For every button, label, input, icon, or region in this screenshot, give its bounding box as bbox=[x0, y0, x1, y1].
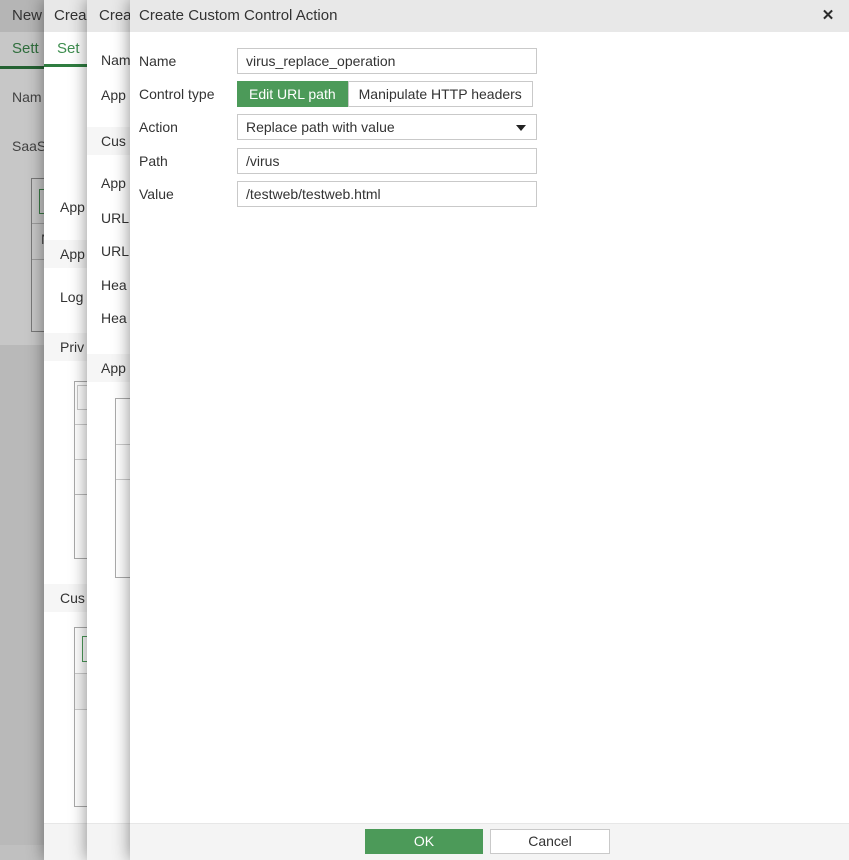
value-input[interactable] bbox=[237, 181, 537, 207]
dialog-title: Create Custom Control Action bbox=[139, 0, 337, 32]
action-select-value: Replace path with value bbox=[246, 119, 395, 135]
dialog3-title: Crea bbox=[99, 0, 132, 32]
dialog3-section-label: Cus bbox=[101, 127, 126, 155]
chevron-down-icon bbox=[516, 125, 526, 131]
dialog-header: Create Custom Control Action ✕ bbox=[130, 0, 849, 32]
value-label: Value bbox=[139, 181, 174, 207]
control-type-label: Control type bbox=[139, 81, 214, 107]
path-input[interactable] bbox=[237, 148, 537, 174]
dialog3-label: App bbox=[101, 87, 126, 103]
dialog2-section-label: Priv bbox=[60, 333, 84, 361]
dialog2-tab-settings[interactable]: Set bbox=[57, 40, 80, 57]
dialog-footer: OK Cancel bbox=[130, 823, 849, 860]
control-type-option-manipulate-http-headers[interactable]: Manipulate HTTP headers bbox=[348, 81, 533, 107]
dialog3-label: Hea bbox=[101, 310, 127, 326]
dialog2-title: Crea bbox=[54, 0, 87, 32]
dialog3-label: Hea bbox=[101, 277, 127, 293]
action-label: Action bbox=[139, 114, 178, 140]
dialog2-label: App bbox=[60, 199, 85, 215]
action-select[interactable]: Replace path with value bbox=[237, 114, 537, 140]
dialog3-section-label: App bbox=[101, 354, 126, 382]
close-icon[interactable]: ✕ bbox=[819, 7, 837, 25]
control-type-segmented-control: Edit URL path Manipulate HTTP headers bbox=[237, 81, 537, 107]
dialog3-label: URL bbox=[101, 210, 129, 226]
dialog3-label: Nam bbox=[101, 52, 131, 68]
dialog3-label: App bbox=[101, 175, 126, 191]
control-type-option-edit-url-path[interactable]: Edit URL path bbox=[237, 81, 348, 107]
path-label: Path bbox=[139, 148, 168, 174]
dialog2-label: Log bbox=[60, 289, 83, 305]
dialog2-section-label: App bbox=[60, 240, 85, 268]
create-custom-control-action-dialog: Create Custom Control Action ✕ Name Cont… bbox=[130, 0, 849, 860]
name-input[interactable] bbox=[237, 48, 537, 74]
dialog2-section-label: Cus bbox=[60, 584, 85, 612]
dialog3-label: URL bbox=[101, 243, 129, 259]
ok-button[interactable]: OK bbox=[365, 829, 483, 854]
name-label: Name bbox=[139, 48, 176, 74]
cancel-button[interactable]: Cancel bbox=[490, 829, 610, 854]
